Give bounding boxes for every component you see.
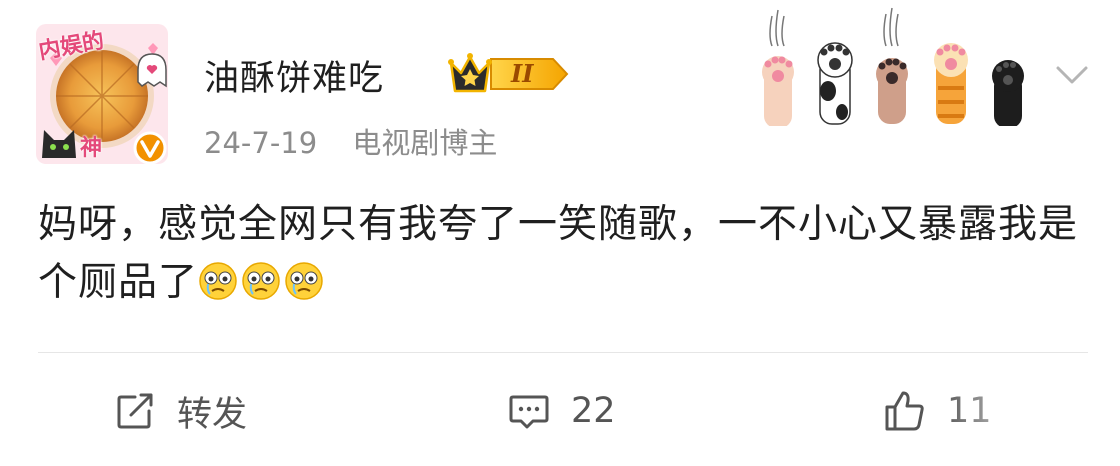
post-content: 妈呀，感觉全网只有我夸了一笑随歌，一不小心又暴露我是个厕品了 [38, 196, 1088, 312]
fade-overlay [940, 370, 1120, 466]
avatar[interactable]: 内娱的 神 [32, 18, 172, 168]
crying-face-emoji [241, 261, 281, 301]
username[interactable]: 油酥饼难吃 [204, 50, 384, 101]
avatar-caption-bottom: 神 [80, 136, 103, 161]
comment-count: 22 [571, 391, 616, 431]
repost-label: 转发 [177, 394, 248, 435]
weibo-post: 内娱的 神 油酥饼难吃 II 24-7-19 电视剧博主 妈呀，感觉全网只有我夸… [0, 0, 1120, 466]
post-meta: 24-7-19 电视剧博主 [204, 120, 497, 162]
crying-face-emoji [198, 261, 238, 301]
level-badge[interactable] [445, 51, 570, 97]
level-badge-label: II [511, 59, 534, 88]
crown-icon [448, 53, 569, 93]
thumbs-up-icon [883, 389, 927, 433]
divider [38, 352, 1088, 353]
crying-face-emoji [284, 261, 324, 301]
chevron-down-icon[interactable] [1052, 60, 1092, 90]
comment-button[interactable]: 22 [507, 386, 616, 436]
cat-paws-icon [748, 6, 1038, 126]
post-text: 妈呀，感觉全网只有我夸了一笑随歌，一不小心又暴露我是个厕品了 [38, 202, 1079, 305]
user-role: 电视剧博主 [352, 126, 498, 160]
post-date: 24-7-19 [204, 126, 318, 160]
repost-icon [113, 389, 157, 433]
comment-icon [507, 389, 551, 433]
repost-button[interactable]: 转发 [113, 386, 247, 436]
